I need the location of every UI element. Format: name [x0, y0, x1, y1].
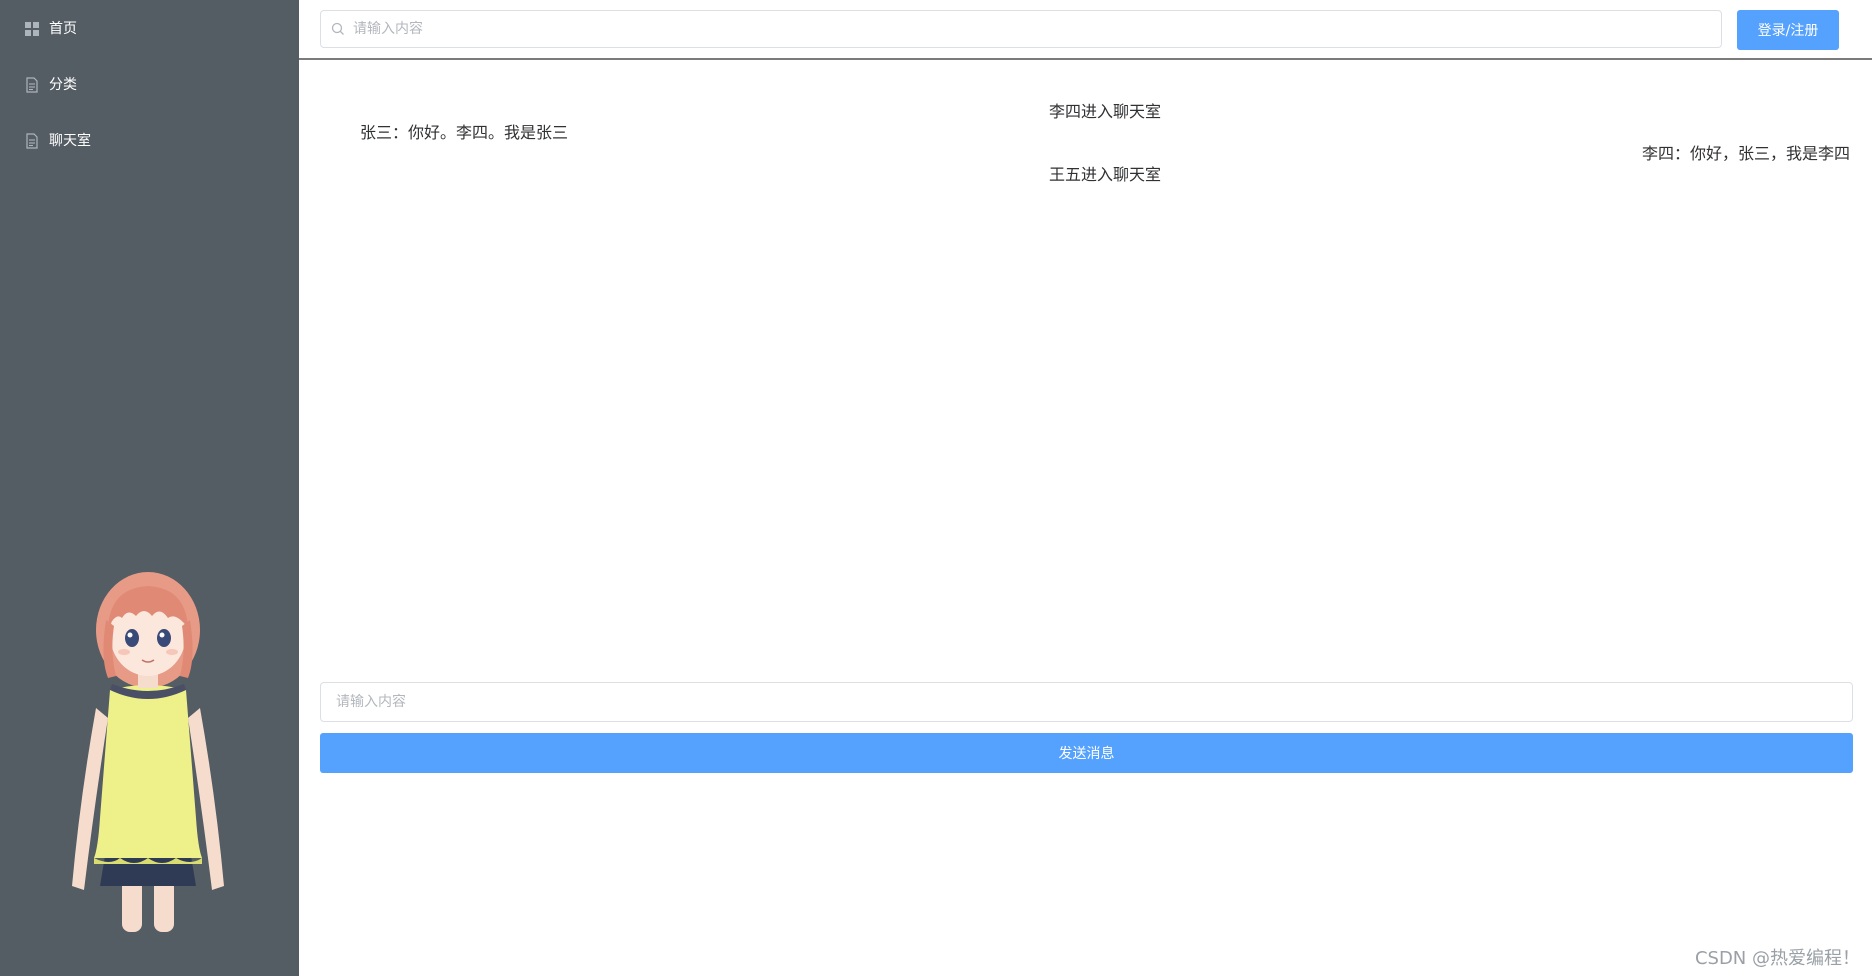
- sidebar-item-label: 分类: [49, 77, 77, 93]
- app-root: 首页 分类 聊天室 请输入内容 登录/注册 李四进入聊天室 张三：你好。李四。我…: [0, 0, 1872, 976]
- main-area: 登录/注册 李四进入聊天室 张三：你好。李四。我是张三 李四：你好，张三，我是李…: [299, 0, 1872, 976]
- search-box[interactable]: [320, 10, 1722, 48]
- send-message-button[interactable]: 发送消息: [320, 733, 1853, 773]
- system-message: 王五进入聊天室: [1048, 165, 1161, 184]
- sidebar-item-label: 首页: [49, 21, 77, 37]
- mascot-illustration: [72, 572, 224, 932]
- sidebar-item-label: 聊天室: [49, 133, 91, 149]
- search-input[interactable]: [351, 11, 1721, 47]
- sidebar-item-home[interactable]: 首页: [24, 15, 77, 43]
- document-icon: [26, 133, 38, 149]
- message-left: 张三：你好。李四。我是张三: [360, 123, 569, 142]
- sidebar-item-chatroom[interactable]: 聊天室: [24, 127, 91, 155]
- chat-messages: 李四进入聊天室 张三：你好。李四。我是张三 李四：你好，张三，我是李四 王五进入…: [299, 60, 1872, 660]
- sidebar: 首页 分类 聊天室: [0, 0, 299, 976]
- login-register-button[interactable]: 登录/注册: [1737, 10, 1839, 50]
- grid-icon: [25, 22, 39, 36]
- search-icon: [331, 22, 344, 35]
- top-bar: 登录/注册: [299, 0, 1872, 60]
- system-message: 李四进入聊天室: [1048, 102, 1161, 121]
- document-icon: [26, 77, 38, 93]
- sidebar-item-category[interactable]: 分类: [24, 71, 77, 99]
- message-input[interactable]: [320, 682, 1853, 722]
- message-right: 李四：你好，张三，我是李四: [1641, 144, 1850, 163]
- watermark: CSDN @热爱编程！: [1694, 948, 1860, 969]
